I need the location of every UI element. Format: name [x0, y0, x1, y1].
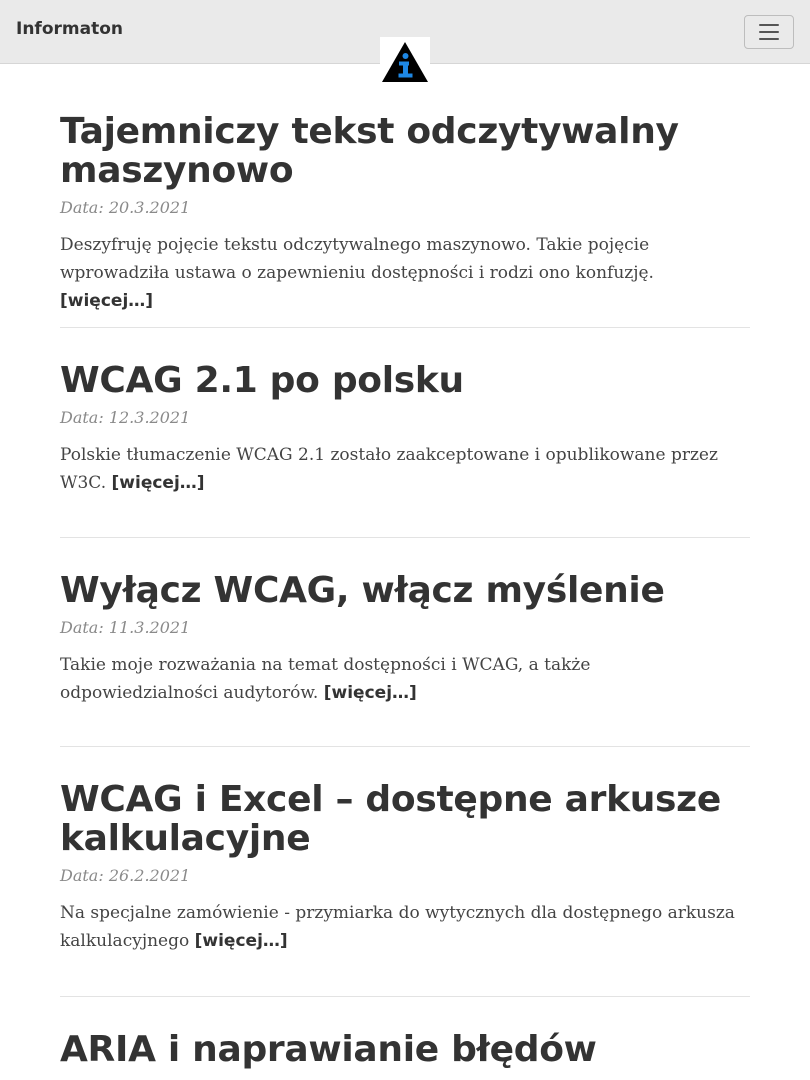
hamburger-menu-icon [759, 31, 779, 33]
post-title-link[interactable]: WCAG 2.1 po polsku [60, 360, 464, 401]
post-excerpt: Na specjalne zamówienie - przymiarka do … [60, 899, 750, 955]
post-title-link[interactable]: WCAG i Excel – dostępne arkusze kalkulac… [60, 779, 721, 859]
post-title: Tajemniczy tekst odczytywalny maszynowo [60, 112, 750, 190]
post-item: WCAG 2.1 po polsku Data: 12.3.2021 Polsk… [60, 328, 750, 538]
post-title: Wyłącz WCAG, włącz myślenie [60, 571, 750, 610]
read-more-link[interactable]: [więcej…] [324, 683, 417, 703]
hamburger-menu-icon [759, 38, 779, 40]
post-excerpt: Deszyfruję pojęcie tekstu odczytywalnego… [60, 231, 750, 315]
post-excerpt-text: Deszyfruję pojęcie tekstu odczytywalnego… [60, 235, 654, 283]
post-title-link[interactable]: Tajemniczy tekst odczytywalny maszynowo [60, 111, 679, 191]
post-date: Data: 26.2.2021 [60, 866, 191, 885]
post-item: Wyłącz WCAG, włącz myślenie Data: 11.3.2… [60, 538, 750, 747]
post-date: Data: 20.3.2021 [60, 198, 191, 217]
post-title-link[interactable]: Wyłącz WCAG, włącz myślenie [60, 570, 665, 611]
post-title: WCAG i Excel – dostępne arkusze kalkulac… [60, 780, 750, 858]
post-item: WCAG i Excel – dostępne arkusze kalkulac… [60, 747, 750, 997]
post-date: Data: 12.3.2021 [60, 408, 191, 427]
brand-link[interactable]: Informaton [16, 19, 123, 39]
read-more-link[interactable]: [więcej…] [195, 931, 288, 951]
hamburger-menu-icon [759, 24, 779, 26]
post-date: Data: 11.3.2021 [60, 618, 191, 637]
info-triangle-logo-icon[interactable] [380, 37, 430, 85]
post-item: ARIA i naprawianie błędów [60, 997, 750, 1069]
menu-toggle-button[interactable] [744, 15, 794, 49]
post-title: WCAG 2.1 po polsku [60, 361, 750, 400]
post-title-link[interactable]: ARIA i naprawianie błędów [60, 1029, 597, 1070]
read-more-link[interactable]: [więcej…] [60, 291, 153, 311]
post-list: Tajemniczy tekst odczytywalny maszynowo … [60, 112, 750, 1069]
read-more-link[interactable]: [więcej…] [112, 473, 205, 493]
post-title: ARIA i naprawianie błędów [60, 1030, 750, 1069]
post-excerpt: Polskie tłumaczenie WCAG 2.1 zostało zaa… [60, 441, 750, 497]
post-excerpt-text: Na specjalne zamówienie - przymiarka do … [60, 903, 735, 951]
post-excerpt: Takie moje rozważania na temat dostępnoś… [60, 651, 750, 707]
post-item: Tajemniczy tekst odczytywalny maszynowo … [60, 112, 750, 328]
